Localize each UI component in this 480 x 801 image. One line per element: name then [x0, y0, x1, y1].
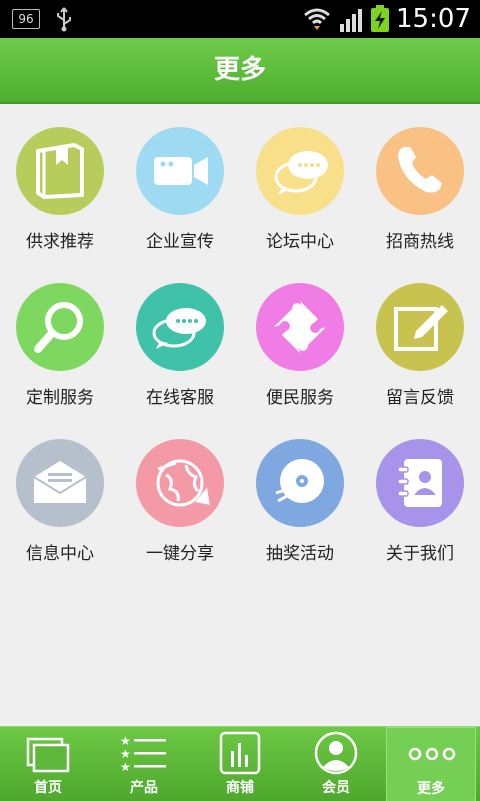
grid-item-hotline[interactable]: 招商热线 [360, 104, 480, 254]
battery-charging-icon [370, 5, 390, 37]
tab-products[interactable]: ★ ★ ★ 产品 [96, 727, 192, 801]
grid-item-forum[interactable]: 论坛中心 [240, 104, 360, 254]
envelope-icon [16, 439, 104, 527]
shop-bars-icon [210, 731, 270, 775]
grid-item-label: 一键分享 [146, 544, 214, 564]
grid-item-label: 定制服务 [26, 388, 94, 408]
page-title: 更多 [213, 55, 266, 85]
grid-item-feedback[interactable]: 留言反馈 [360, 260, 480, 410]
chat-bubbles-icon [136, 283, 224, 371]
tab-shop[interactable]: 商铺 [192, 727, 288, 801]
grid-item-label: 关于我们 [386, 544, 454, 564]
grid-item-convenience[interactable]: 便民服务 [240, 260, 360, 410]
usb-icon [54, 6, 74, 36]
tab-label: 产品 [130, 780, 158, 796]
grid-item-lottery[interactable]: 抽奖活动 [240, 416, 360, 566]
grid-item-online-support[interactable]: 在线客服 [120, 260, 240, 410]
grid-item-supply-demand[interactable]: 供求推荐 [0, 104, 120, 254]
grid-item-label: 在线客服 [146, 388, 214, 408]
more-dots-icon [402, 732, 462, 776]
grid-item-info-center[interactable]: 信息中心 [0, 416, 120, 566]
edit-icon [376, 283, 464, 371]
svg-text:★: ★ [120, 747, 131, 761]
grid-item-label: 留言反馈 [386, 388, 454, 408]
video-camera-icon [136, 127, 224, 215]
grid-item-label: 论坛中心 [266, 232, 334, 252]
grid-item-about-us[interactable]: 关于我们 [360, 416, 480, 566]
puzzle-icon [256, 283, 344, 371]
member-avatar-icon [306, 731, 366, 775]
grid-item-share[interactable]: 一键分享 [120, 416, 240, 566]
magnifier-icon [16, 283, 104, 371]
bottom-tab-bar: 首页 ★ ★ ★ 产品 商铺 会员 更多 [0, 726, 480, 801]
clock: 15:07 [396, 4, 471, 34]
wifi-icon [302, 6, 332, 36]
grid-item-company-promo[interactable]: 企业宣传 [120, 104, 240, 254]
tab-label: 首页 [34, 780, 62, 796]
svg-text:★: ★ [120, 760, 131, 774]
list-stars-icon: ★ ★ ★ [114, 731, 174, 775]
grid-item-label: 企业宣传 [146, 232, 214, 252]
disc-icon [256, 439, 344, 527]
book-icon [16, 127, 104, 215]
grid-item-custom-service[interactable]: 定制服务 [0, 260, 120, 410]
grid-item-label: 便民服务 [266, 388, 334, 408]
tab-more[interactable]: 更多 [386, 727, 476, 801]
tab-member[interactable]: 会员 [288, 727, 384, 801]
title-bar: 更多 [0, 38, 480, 104]
notification-badge: 96 [12, 9, 40, 29]
status-bar: 96 15:07 [0, 0, 480, 38]
tab-label: 会员 [322, 780, 350, 796]
phone-icon [376, 127, 464, 215]
tab-label: 商铺 [226, 780, 254, 796]
contacts-book-icon [376, 439, 464, 527]
tab-label: 更多 [417, 781, 445, 797]
svg-text:★: ★ [120, 734, 131, 748]
home-windows-icon [18, 731, 78, 775]
grid-item-label: 招商热线 [386, 232, 454, 252]
share-globe-icon [136, 439, 224, 527]
grid-item-label: 供求推荐 [26, 232, 94, 252]
grid-item-label: 抽奖活动 [266, 544, 334, 564]
grid-item-label: 信息中心 [26, 544, 94, 564]
tab-home[interactable]: 首页 [0, 727, 96, 801]
chat-bubbles-icon [256, 127, 344, 215]
signal-icon [338, 8, 366, 36]
